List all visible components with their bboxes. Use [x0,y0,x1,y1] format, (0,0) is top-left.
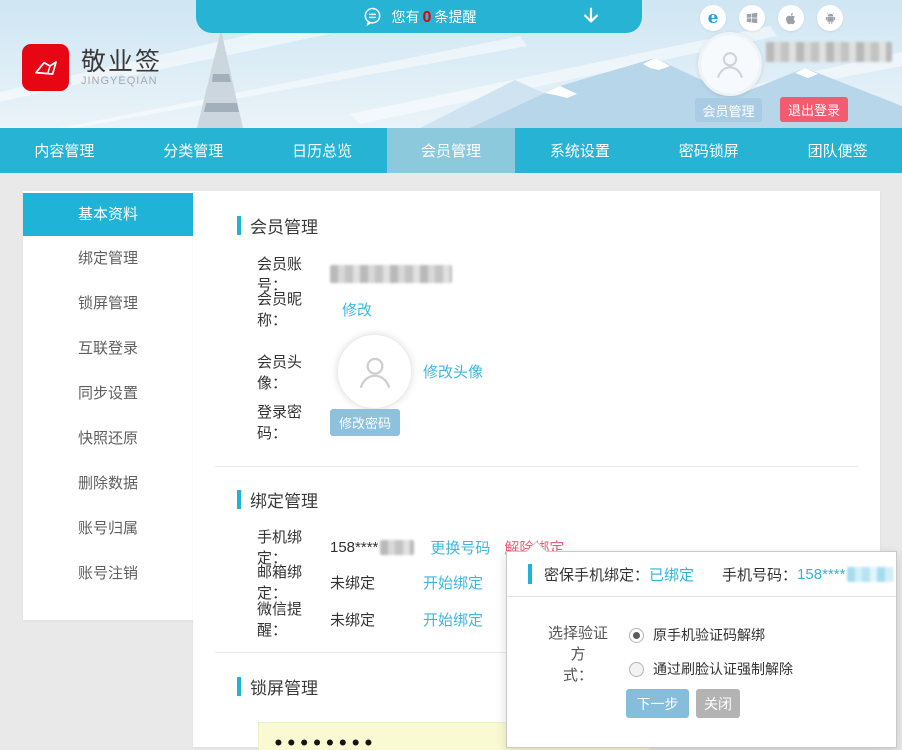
nickname-edit-link[interactable]: 修改 [342,299,372,320]
account-redacted [330,265,452,283]
platform-icons: e [700,5,843,31]
secure-phone-label: 密保手机绑定： [544,564,649,585]
username-redacted [766,42,892,62]
email-binding-status: 未绑定 [330,572,375,593]
title-accent-bar [237,677,241,696]
popup-header: 密保手机绑定： 已绑定 手机号码： 158**** [507,552,896,597]
nickname-label: 会员昵称： [257,288,330,330]
option-face-unbind[interactable]: 通过刷脸认证强制解除 [629,659,793,679]
title-accent-bar [528,564,532,584]
sidebar-item-sync-settings[interactable]: 同步设置 [23,371,193,416]
notification-bar[interactable]: 您有0条提醒 [196,0,642,33]
change-password-button[interactable]: 修改密码 [330,409,400,436]
popup-phone-redacted [847,567,893,582]
logo-text: 敬业签 JINGYEQIAN [81,49,162,87]
password-row: 登录密码： 修改密码 [257,408,880,436]
apple-icon[interactable] [778,5,804,31]
radio-selected-icon[interactable] [629,628,644,643]
phone-redacted [380,540,414,555]
bind-wechat-link[interactable]: 开始绑定 [423,609,483,630]
wechat-binding-label: 微信提醒： [257,598,330,640]
nickname-row: 会员昵称： 修改 [257,299,880,319]
password-dots: •••••••• [273,734,376,750]
popup-phone-value: 158**** [797,566,845,583]
notification-text: 您有0条提醒 [392,7,477,27]
sidebar-item-basic-info[interactable]: 基本资料 [23,193,193,236]
windows-icon[interactable] [739,5,765,31]
close-button[interactable]: 关闭 [696,689,740,718]
nav-item-member-manage[interactable]: 会员管理 [387,128,516,173]
verify-method-label: 选择验证方 式： [542,623,614,686]
next-step-button[interactable]: 下一步 [626,689,689,718]
phone-number-value: 158**** [330,539,378,556]
secure-phone-status: 已绑定 [649,564,694,585]
title-accent-bar [237,490,241,509]
user-avatar[interactable] [698,32,762,96]
nav-item-password-lock[interactable]: 密码锁屏 [644,128,773,173]
logout-button[interactable]: 退出登录 [780,97,848,122]
nav-item-system-settings[interactable]: 系统设置 [515,128,644,173]
option-sms-unbind[interactable]: 原手机验证码解绑 [629,625,765,645]
binding-section-title: 绑定管理 [237,487,880,512]
section-divider [215,466,858,467]
edge-icon[interactable]: e [700,5,726,31]
radio-unselected-icon[interactable] [629,662,644,677]
nav-item-calendar-overview[interactable]: 日历总览 [258,128,387,173]
notification-count: 0 [420,9,435,26]
sidebar-item-linked-login[interactable]: 互联登录 [23,326,193,371]
nav-item-content-manage[interactable]: 内容管理 [0,128,129,173]
password-label: 登录密码： [257,401,330,443]
member-manage-button[interactable]: 会员管理 [695,98,762,122]
sidebar-item-lockscreen-manage[interactable]: 锁屏管理 [23,281,193,326]
logo-subtitle: JINGYEQIAN [81,75,162,87]
message-bubble-icon [362,6,383,28]
member-avatar[interactable] [337,334,412,409]
popup-phone-label: 手机号码： [722,564,797,585]
logo[interactable]: 敬业签 JINGYEQIAN [22,44,162,91]
title-accent-bar [237,216,241,235]
main-nav: 内容管理 分类管理 日历总览 会员管理 系统设置 密码锁屏 团队便签 [0,128,902,173]
avatar-row: 会员头像： 修改头像 [257,335,880,408]
nav-item-team-notes[interactable]: 团队便签 [773,128,902,173]
sidebar-item-snapshot-restore[interactable]: 快照还原 [23,416,193,461]
email-binding-label: 邮箱绑定： [257,561,330,603]
avatar-edit-link[interactable]: 修改头像 [423,361,483,382]
page: 您有0条提醒 敬业签 JINGYEQIAN e [0,0,902,750]
logo-title: 敬业签 [81,49,162,75]
nav-item-category-manage[interactable]: 分类管理 [129,128,258,173]
member-section-title: 会员管理 [237,213,880,238]
download-arrow-icon[interactable] [580,5,602,32]
unbind-phone-popup: 密保手机绑定： 已绑定 手机号码： 158**** 选择验证方 式： 原手机验证… [506,551,897,748]
sidebar: 基本资料 绑定管理 锁屏管理 互联登录 同步设置 快照还原 删除数据 账号归属 … [23,191,193,620]
logo-icon [22,44,69,91]
sidebar-item-account-ownership[interactable]: 账号归属 [23,506,193,551]
change-phone-link[interactable]: 更换号码 [430,537,490,558]
sidebar-item-binding-manage[interactable]: 绑定管理 [23,236,193,281]
sidebar-item-delete-data[interactable]: 删除数据 [23,461,193,506]
sidebar-item-account-cancel[interactable]: 账号注销 [23,551,193,596]
android-icon[interactable] [817,5,843,31]
header: 您有0条提醒 敬业签 JINGYEQIAN e [0,0,902,128]
bind-email-link[interactable]: 开始绑定 [423,572,483,593]
avatar-label: 会员头像： [257,351,330,393]
account-row: 会员账号： [257,264,880,284]
wechat-binding-status: 未绑定 [330,609,375,630]
